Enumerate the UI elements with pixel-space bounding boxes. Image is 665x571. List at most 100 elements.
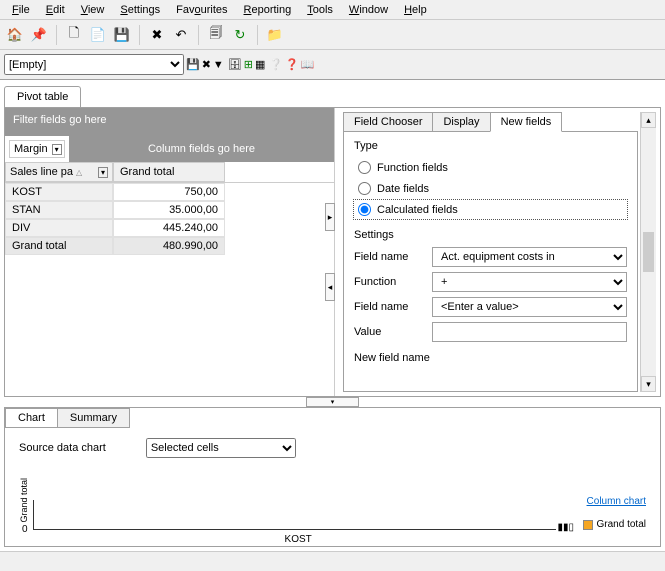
tab-field-chooser[interactable]: Field Chooser: [343, 112, 433, 132]
table-row: DIV 445.240,00: [5, 219, 334, 237]
refresh-icon[interactable]: ↻: [229, 24, 251, 46]
menu-favourites[interactable]: Favourites: [168, 2, 235, 17]
field-name-label-2: Field name: [354, 301, 424, 313]
new-fields-panel: Type Function fields Date fields Calcula…: [343, 131, 638, 392]
main-content: Filter fields go here Margin ▾ Column fi…: [4, 107, 661, 397]
funnel-icon[interactable]: ▼: [213, 59, 224, 71]
radio-input[interactable]: [358, 161, 371, 174]
help-icon[interactable]: ❔: [269, 58, 283, 71]
filter-combo[interactable]: [Empty]: [4, 54, 184, 75]
x-axis-label: KOST: [285, 534, 312, 545]
main-tab-row: Pivot table: [4, 86, 661, 107]
menu-reporting[interactable]: Reporting: [236, 2, 300, 17]
undo-icon[interactable]: ↶: [170, 24, 192, 46]
expand-handle[interactable]: ▸: [325, 203, 335, 231]
radio-date-fields[interactable]: Date fields: [354, 179, 627, 198]
menu-edit[interactable]: Edit: [38, 2, 73, 17]
value-input[interactable]: [432, 322, 627, 342]
hint-icon[interactable]: ❓: [285, 58, 299, 71]
clear-filter-icon[interactable]: ✖: [202, 58, 211, 71]
grid-icon[interactable]: ▦: [255, 58, 265, 71]
row-dimension-header[interactable]: Sales line pa △ ▾: [5, 162, 113, 182]
radio-label: Function fields: [377, 162, 448, 174]
radio-input[interactable]: [358, 182, 371, 195]
tab-chart[interactable]: Chart: [5, 408, 58, 428]
pivot-area: Filter fields go here Margin ▾ Column fi…: [5, 108, 335, 396]
menu-view[interactable]: View: [73, 2, 113, 17]
tab-summary[interactable]: Summary: [57, 408, 130, 428]
scrollbar[interactable]: ▴ ▾: [640, 112, 656, 392]
database-icon[interactable]: 🗄: [228, 58, 242, 71]
menu-help[interactable]: Help: [396, 2, 435, 17]
folder-icon[interactable]: 📁: [264, 24, 286, 46]
field-name-label: Field name: [354, 251, 424, 263]
chart-axes: 0 KOST ▮▮▯: [33, 500, 556, 530]
y-tick: 0: [22, 524, 28, 535]
splitter[interactable]: ▾: [4, 397, 661, 407]
export-excel-icon[interactable]: ⊞: [244, 58, 253, 71]
scroll-thumb[interactable]: [643, 232, 654, 272]
radio-label: Calculated fields: [377, 204, 458, 216]
row-label[interactable]: Grand total: [5, 237, 113, 255]
menu-tools[interactable]: Tools: [299, 2, 341, 17]
row-label[interactable]: KOST: [5, 183, 113, 201]
new-field-name-label: New field name: [354, 352, 627, 364]
source-data-select[interactable]: Selected cells: [146, 438, 296, 458]
save-filter-icon[interactable]: 💾: [186, 58, 200, 71]
tab-display[interactable]: Display: [432, 112, 490, 132]
radio-function-fields[interactable]: Function fields: [354, 158, 627, 177]
delete-icon[interactable]: ✖: [146, 24, 168, 46]
open-icon[interactable]: 📄: [87, 24, 109, 46]
new-icon[interactable]: 🗋: [63, 24, 85, 46]
row-value[interactable]: 35.000,00: [113, 201, 225, 219]
menu-window[interactable]: Window: [341, 2, 396, 17]
row-label[interactable]: STAN: [5, 201, 113, 219]
save-icon[interactable]: 💾: [111, 24, 133, 46]
book-icon[interactable]: 📖: [301, 58, 315, 71]
statusbar: [0, 551, 665, 571]
bar-chart-icon: ▮▮▯: [557, 522, 574, 533]
source-data-label: Source data chart: [19, 442, 106, 454]
expand-handle[interactable]: ◂: [325, 273, 335, 301]
chart-panel: Chart Summary Source data chart Selected…: [4, 407, 661, 547]
grand-total-column-header: Grand total: [113, 162, 225, 182]
column-chart-link[interactable]: Column chart: [556, 496, 646, 507]
tab-pivot-table[interactable]: Pivot table: [4, 86, 81, 107]
menubar: File Edit View Settings Favourites Repor…: [0, 0, 665, 20]
row-value[interactable]: 750,00: [113, 183, 225, 201]
table-row: STAN 35.000,00: [5, 201, 334, 219]
data-field-margin[interactable]: Margin ▾: [9, 140, 65, 158]
menu-file[interactable]: File: [4, 2, 38, 17]
data-field-label: Margin: [14, 143, 48, 155]
copy-icon[interactable]: 🗐: [205, 24, 227, 46]
radio-calculated-fields[interactable]: Calculated fields: [354, 200, 627, 219]
filter-drop-area[interactable]: Filter fields go here: [5, 108, 334, 136]
chevron-down-icon[interactable]: ▾: [52, 144, 62, 155]
row-value[interactable]: 445.240,00: [113, 219, 225, 237]
value-label: Value: [354, 326, 424, 338]
field-name-select-2[interactable]: <Enter a value>: [432, 297, 627, 317]
legend-swatch-icon: [583, 520, 593, 530]
function-label: Function: [354, 276, 424, 288]
column-drop-area[interactable]: Column fields go here: [69, 136, 334, 162]
toolbar-2: [Empty] 💾 ✖ ▼ 🗄 ⊞ ▦ ❔ ❓ 📖: [0, 50, 665, 80]
settings-label: Settings: [354, 229, 627, 241]
legend-label: Grand total: [597, 519, 646, 530]
field-name-select-1[interactable]: Act. equipment costs in: [432, 247, 627, 267]
scroll-up-icon[interactable]: ▴: [641, 112, 656, 128]
tab-new-fields[interactable]: New fields: [490, 112, 563, 132]
row-value[interactable]: 480.990,00: [113, 237, 225, 255]
menu-settings[interactable]: Settings: [112, 2, 168, 17]
pin-icon[interactable]: 📌: [28, 24, 50, 46]
right-panel: Field Chooser Display New fields Type Fu…: [335, 108, 660, 396]
toolbar-1: 🏠 📌 🗋 📄 💾 ✖ ↶ 🗐 ↻ 📁: [0, 20, 665, 50]
y-axis-label: Grand total: [19, 478, 29, 523]
chevron-down-icon[interactable]: ▾: [98, 167, 108, 178]
radio-label: Date fields: [377, 183, 429, 195]
row-dim-label: Sales line pa: [10, 166, 73, 178]
row-label[interactable]: DIV: [5, 219, 113, 237]
radio-input[interactable]: [358, 203, 371, 216]
home-icon[interactable]: 🏠: [4, 24, 26, 46]
scroll-down-icon[interactable]: ▾: [641, 376, 656, 392]
function-select[interactable]: +: [432, 272, 627, 292]
